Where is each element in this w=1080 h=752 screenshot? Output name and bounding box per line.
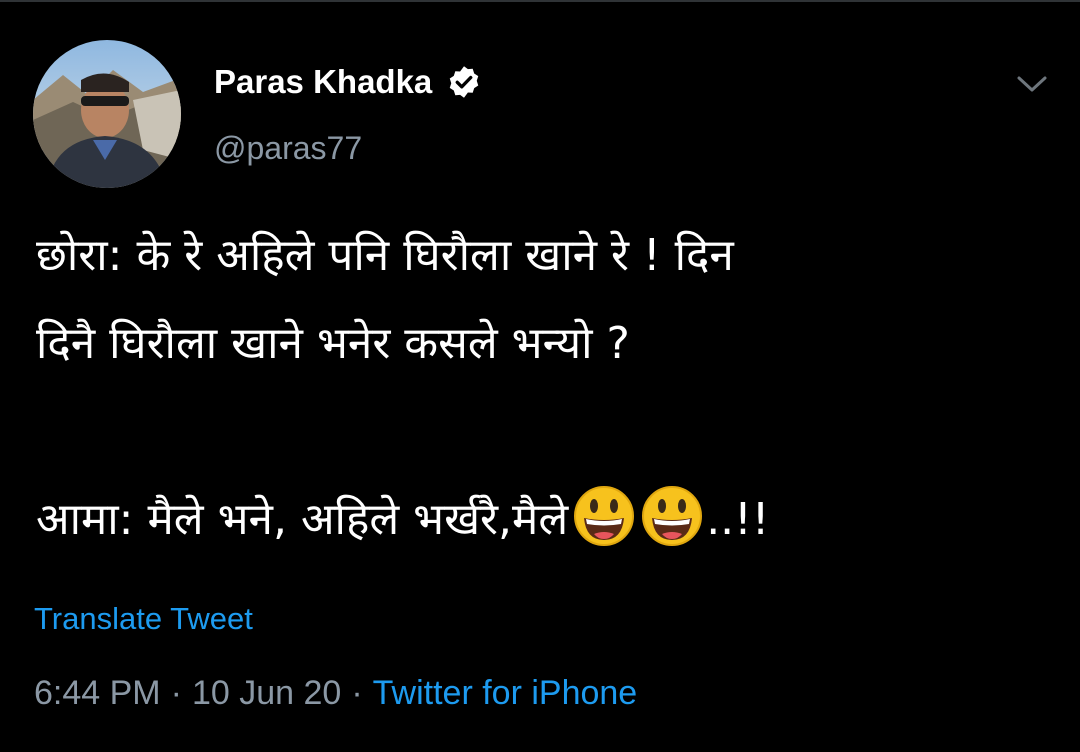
tweet-meta: 6:44 PM · 10 Jun 20 · Twitter for iPhone (34, 673, 637, 713)
translate-tweet-link[interactable]: Translate Tweet (34, 600, 253, 638)
tweet-line: छोरा: के रे अहिले पनि घिरौला खाने रे ! द… (36, 230, 734, 281)
display-name-text: Paras Khadka (214, 63, 433, 100)
user-handle[interactable]: @paras77 (214, 128, 362, 168)
display-name[interactable]: Paras Khadka (214, 62, 482, 102)
tweet-tail-text: ..!! (706, 494, 770, 545)
meta-separator: · (351, 674, 363, 712)
verified-badge-icon (446, 64, 482, 100)
tweet-source-link[interactable]: Twitter for iPhone (373, 674, 638, 712)
tweet-date[interactable]: 10 Jun 20 (192, 674, 341, 712)
top-divider (0, 0, 1080, 2)
tweet-text: छोरा: के रे अहिले पनि घिरौला खाने रे ! द… (36, 212, 1046, 564)
meta-separator: · (170, 674, 182, 712)
tweet-line: दिनै घिरौला खाने भनेर कसले भन्यो ? (36, 318, 630, 369)
tweet-time[interactable]: 6:44 PM (34, 674, 161, 712)
chevron-down-icon[interactable] (1012, 64, 1052, 104)
tweet-line: आमा: मैले भने, अहिले भर्खरै,मैले..!! (36, 476, 1046, 564)
grinning-emoji-icon (572, 484, 636, 548)
avatar[interactable] (33, 40, 181, 188)
grinning-emoji-icon (640, 484, 704, 548)
tweet-line-text: आमा: मैले भने, अहिले भर्खरै,मैले (36, 494, 569, 545)
